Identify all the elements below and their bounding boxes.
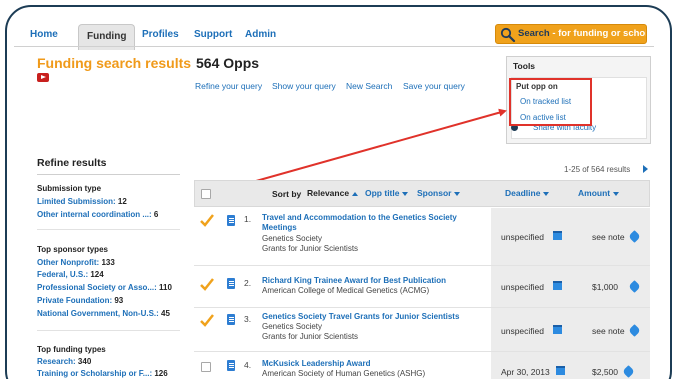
opp-sponsor: Genetics Society (262, 234, 323, 243)
table-row: 1. Travel and Accommodation to the Genet… (194, 208, 650, 266)
filter-training-scholarship[interactable]: Training or Scholarship or F...: 126 (37, 369, 168, 378)
opp-deadline: Apr 30, 2013 (501, 367, 550, 377)
results-header: Sort by Relevance Opp title Sponsor Dead… (194, 180, 650, 207)
document-icon (227, 278, 235, 289)
document-icon (227, 360, 235, 371)
results-range: 1-25 of 564 results (564, 165, 631, 174)
calendar-icon[interactable] (553, 281, 562, 290)
sidebar-divider (37, 229, 180, 230)
opp-title-link[interactable]: Travel and Accommodation to the Genetics… (262, 213, 477, 233)
sort-asc-icon (352, 191, 359, 196)
document-icon (227, 215, 235, 226)
calendar-icon[interactable] (553, 231, 562, 240)
table-row: 3. Genetics Society Travel Grants for Ju… (194, 308, 650, 352)
group-heading: Top sponsor types (37, 245, 108, 254)
filter-limited-submission[interactable]: Limited Submission: 12 (37, 197, 127, 206)
opp-deadline: unspecified (501, 326, 545, 336)
sort-sponsor[interactable]: Sponsor (417, 188, 461, 198)
table-row: 4. McKusick Leadership Award American So… (194, 352, 650, 379)
opp-deadline: unspecified (501, 282, 545, 292)
filter-federal-us[interactable]: Federal, U.S.: 124 (37, 270, 104, 279)
sort-desc-icon (402, 191, 409, 196)
opp-title-link[interactable]: Genetics Society Travel Grants for Junio… (262, 312, 459, 322)
sort-desc-icon (543, 191, 550, 196)
opp-amount: see note (592, 326, 625, 336)
checkmark-icon[interactable] (200, 314, 214, 328)
next-page-icon[interactable] (643, 165, 648, 173)
opp-sponsor: Genetics Society (262, 322, 323, 331)
row-number: 1. (244, 214, 252, 224)
checkmark-icon[interactable] (200, 214, 214, 228)
sort-deadline[interactable]: Deadline (505, 188, 550, 198)
sort-relevance[interactable]: Relevance (307, 188, 359, 198)
filter-research[interactable]: Research: 340 (37, 357, 91, 366)
opp-title-link[interactable]: McKusick Leadership Award (262, 359, 370, 369)
sort-opp-title[interactable]: Opp title (365, 188, 409, 198)
calendar-icon[interactable] (553, 325, 562, 334)
sort-amount[interactable]: Amount (578, 188, 620, 198)
calendar-icon[interactable] (556, 366, 565, 375)
page: Home Funding Profiles Support Admin Sear… (0, 0, 676, 379)
opp-amount: $2,500 (592, 367, 618, 377)
sort-by-label: Sort by (272, 189, 302, 199)
select-all-checkbox[interactable] (201, 189, 211, 199)
filter-professional-society[interactable]: Professional Society or Asso...: 110 (37, 283, 172, 292)
row-checkbox[interactable] (201, 362, 211, 372)
opp-program: Grants for Junior Scientists (262, 332, 359, 341)
refine-divider (37, 174, 180, 175)
sort-desc-icon (454, 191, 461, 196)
checkmark-icon[interactable] (200, 278, 214, 292)
filter-other-internal[interactable]: Other internal coordination ...: 6 (37, 210, 158, 219)
group-heading: Top funding types (37, 345, 106, 354)
opp-program: Grants for Junior Scientists (262, 244, 359, 253)
opp-amount: $1,000 (592, 282, 618, 292)
refine-title: Refine results (37, 157, 107, 169)
filter-other-nonprofit[interactable]: Other Nonprofit: 133 (37, 258, 115, 267)
opp-sponsor: American Society of Human Genetics (ASHG… (262, 369, 426, 378)
opp-title-link[interactable]: Richard King Trainee Award for Best Publ… (262, 276, 446, 286)
group-heading: Submission type (37, 184, 102, 193)
document-icon (227, 314, 235, 325)
table-row: 2. Richard King Trainee Award for Best P… (194, 266, 650, 308)
opp-sponsor: American College of Medical Genetics (AC… (262, 286, 430, 295)
opp-amount: see note (592, 232, 625, 242)
sort-desc-icon (613, 191, 620, 196)
filter-national-government[interactable]: National Government, Non-U.S.: 45 (37, 309, 170, 318)
row-number: 3. (244, 314, 252, 324)
row-number: 2. (244, 278, 252, 288)
row-number: 4. (244, 360, 252, 370)
sidebar-divider (37, 330, 180, 331)
filter-private-foundation[interactable]: Private Foundation: 93 (37, 296, 123, 305)
opp-deadline: unspecified (501, 232, 545, 242)
